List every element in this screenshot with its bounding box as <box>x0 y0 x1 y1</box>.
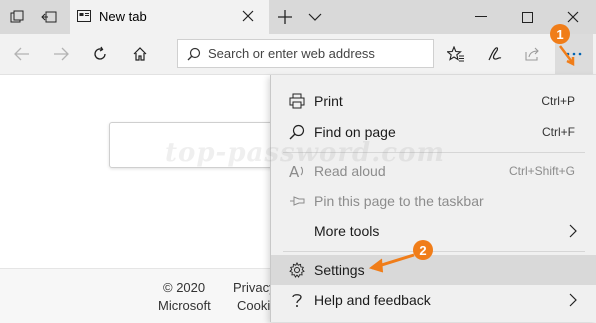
annotation-badge-1: 1 <box>550 24 570 44</box>
annotation-badge-2: 2 <box>413 240 433 260</box>
annotation-arrows <box>368 45 575 273</box>
